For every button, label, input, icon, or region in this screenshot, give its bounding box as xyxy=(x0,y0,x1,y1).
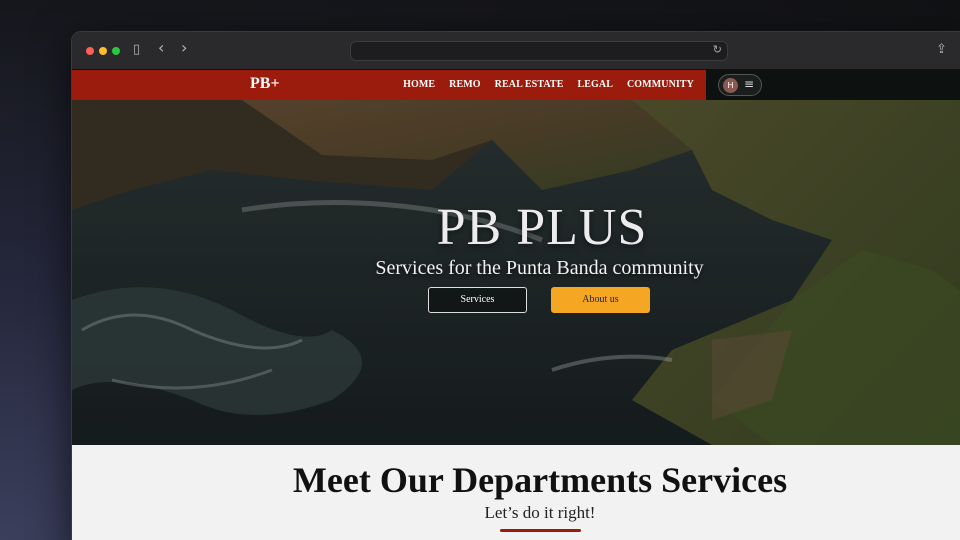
reload-icon[interactable]: ↻ xyxy=(713,43,722,56)
hero-title: PB PLUS xyxy=(436,199,648,256)
hamburger-menu-icon: ≡ xyxy=(744,77,755,91)
departments-section: Meet Our Departments Services Let’s do i… xyxy=(72,445,960,540)
address-bar[interactable]: ↻ xyxy=(350,41,728,61)
back-icon[interactable]: ‹ xyxy=(158,40,164,56)
sidebar-toggle-icon[interactable]: ▯ xyxy=(133,42,140,58)
site-navbar: PB+ HOME REMO REAL ESTATE LEGAL COMMUNIT… xyxy=(72,70,706,100)
nav-links: HOME REMO REAL ESTATE LEGAL COMMUNITY xyxy=(403,79,694,90)
browser-titlebar: ▯ ‹ › ↻ ⇪ xyxy=(72,32,960,70)
avatar: H xyxy=(723,78,738,93)
browser-window: ▯ ‹ › ↻ ⇪ PB+ HOME REMO REAL ESTATE LEGA… xyxy=(71,31,960,540)
hero-subtitle: Services for the Punta Banda community xyxy=(375,257,704,279)
hero-banner: PB PLUS Services for the Punta Banda com… xyxy=(72,100,960,445)
nav-link-community[interactable]: COMMUNITY xyxy=(627,79,694,90)
title-underline-divider xyxy=(500,529,581,532)
section-title: Meet Our Departments Services xyxy=(292,460,788,500)
services-button[interactable]: Services xyxy=(428,287,527,313)
user-menu-button[interactable]: H ≡ xyxy=(718,74,762,96)
nav-link-home[interactable]: HOME xyxy=(403,79,435,90)
about-us-button[interactable]: About us xyxy=(551,287,650,313)
zoom-window-button[interactable] xyxy=(112,47,120,55)
nav-link-real-estate[interactable]: REAL ESTATE xyxy=(495,79,564,90)
site-logo[interactable]: PB+ xyxy=(250,75,280,93)
minimize-window-button[interactable] xyxy=(99,47,107,55)
section-subtitle: Let’s do it right! xyxy=(484,503,596,522)
nav-user-area: H ≡ xyxy=(706,70,960,100)
nav-link-remo[interactable]: REMO xyxy=(449,79,481,90)
close-window-button[interactable] xyxy=(86,47,94,55)
share-icon[interactable]: ⇪ xyxy=(936,42,947,58)
forward-icon[interactable]: › xyxy=(181,40,187,56)
nav-link-legal[interactable]: LEGAL xyxy=(577,79,613,90)
